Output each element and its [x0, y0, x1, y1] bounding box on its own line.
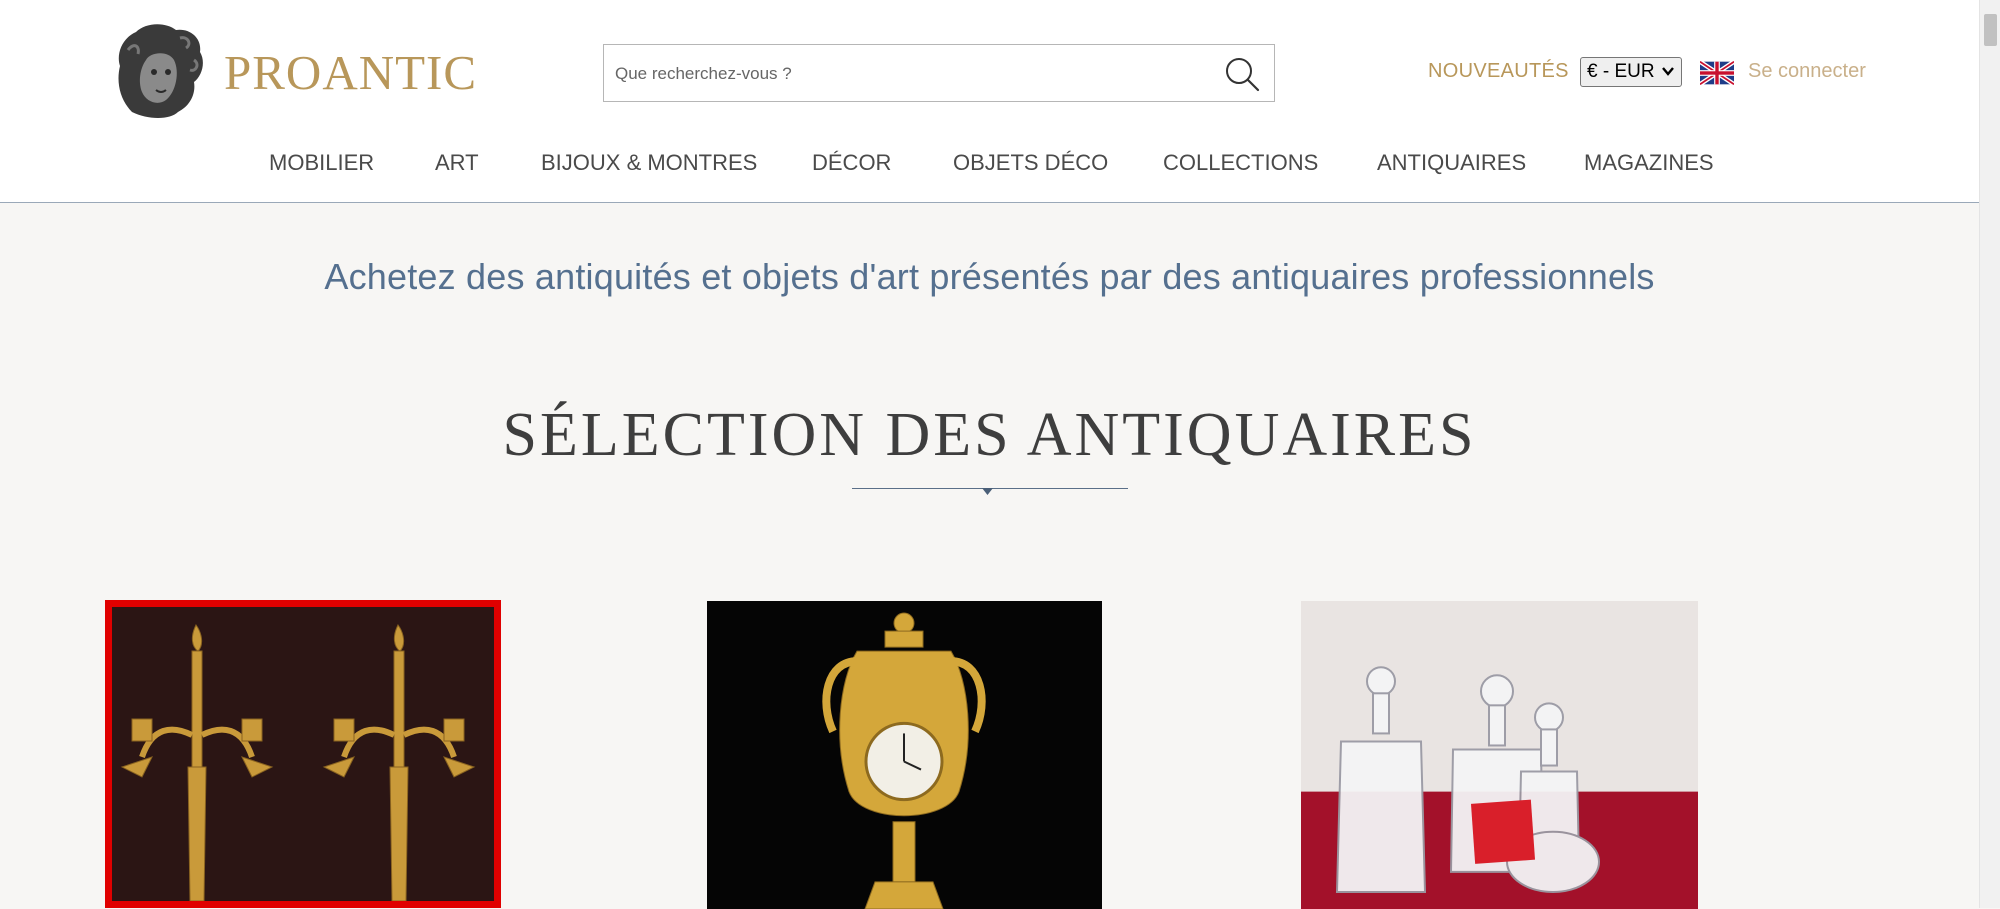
nav-item-collections[interactable]: COLLECTIONS — [1163, 150, 1318, 176]
product-card-carafes[interactable] — [1301, 601, 1698, 909]
carafes-image — [1301, 601, 1698, 909]
uk-flag-icon[interactable] — [1700, 61, 1734, 85]
page-tagline: Achetez des antiquités et objets d'art p… — [324, 256, 1655, 297]
search-icon[interactable] — [1222, 54, 1262, 94]
site-header: PROANTIC NOUVEAUTÉS € - EUR Se connecter… — [0, 0, 1979, 203]
product-card-candelabra[interactable] — [105, 600, 501, 908]
product-card-clock[interactable] — [707, 601, 1102, 909]
scrollbar-thumb[interactable] — [1984, 14, 1997, 46]
main-nav: MOBILIER ART BIJOUX & MONTRES DÉCOR OBJE… — [0, 150, 1979, 180]
login-link[interactable]: Se connecter — [1748, 60, 1866, 83]
nav-item-decor[interactable]: DÉCOR — [812, 150, 891, 176]
page-scrollbar[interactable] — [1979, 0, 2000, 908]
divider-diamond-icon — [982, 488, 993, 495]
logo-bust-icon[interactable] — [110, 20, 210, 124]
nav-item-art[interactable]: ART — [435, 150, 479, 176]
clock-image — [707, 601, 1102, 909]
section-title: SÉLECTION DES ANTIQUAIRES — [502, 401, 1477, 469]
nav-item-objets-deco[interactable]: OBJETS DÉCO — [953, 150, 1108, 176]
search-box — [603, 44, 1275, 102]
nav-item-mobilier[interactable]: MOBILIER — [269, 150, 374, 176]
chevron-down-icon — [1662, 67, 1674, 76]
currency-value: € - EUR — [1587, 61, 1655, 82]
logo-text[interactable]: PROANTIC — [224, 44, 477, 101]
currency-select[interactable]: € - EUR — [1580, 57, 1682, 87]
candelabra-image — [112, 607, 494, 901]
nav-item-antiquaires[interactable]: ANTIQUAIRES — [1377, 150, 1526, 176]
nav-item-bijoux-montres[interactable]: BIJOUX & MONTRES — [541, 150, 757, 176]
search-input[interactable] — [615, 61, 1195, 87]
nouveautes-link[interactable]: NOUVEAUTÉS — [1428, 60, 1569, 83]
nav-item-magazines[interactable]: MAGAZINES — [1584, 150, 1714, 176]
